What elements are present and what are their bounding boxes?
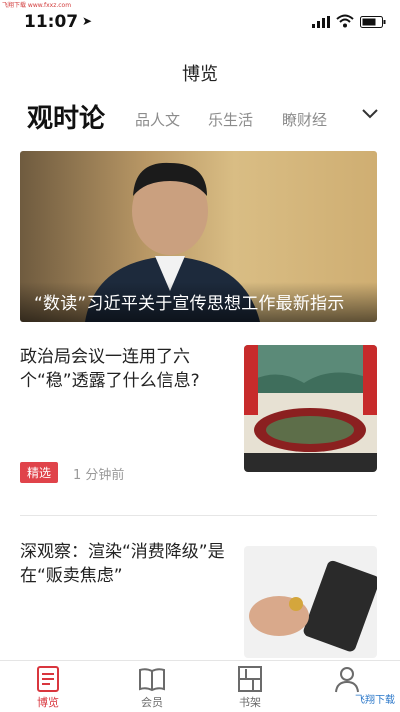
featured-badge: 精选	[20, 462, 59, 483]
bottom-tab-bar: 博览 会员 书架 飞翔下载	[0, 660, 400, 712]
hero-card[interactable]: “数读”习近平关于宣传思想工作最新指示	[20, 151, 377, 322]
tab-bookshelf[interactable]: 书架	[220, 663, 280, 709]
tab-member[interactable]: 会员	[122, 663, 182, 709]
profile-icon	[335, 667, 359, 693]
page-title: 博览	[182, 64, 218, 85]
document-icon	[37, 666, 59, 692]
tab-label: 书架	[239, 696, 261, 709]
tab-item[interactable]: 瞭财经	[282, 109, 327, 130]
article-card[interactable]: 深观察：渲染“消费降级”是在“贩卖焦虑”	[20, 540, 377, 660]
tab-label: 博览	[37, 696, 59, 709]
category-tabs: 观时论 品人文 乐生活 瞭财经	[0, 96, 400, 142]
tab-item[interactable]: 乐生活	[208, 109, 253, 130]
tab-label: 会员	[141, 696, 163, 709]
bookshelf-icon	[238, 666, 262, 692]
signal-icon	[312, 16, 330, 28]
book-icon	[139, 668, 165, 692]
article-thumbnail	[244, 345, 377, 472]
wifi-icon	[336, 14, 354, 28]
divider	[20, 515, 377, 516]
tab-item[interactable]: 品人文	[135, 109, 180, 130]
chevron-down-icon[interactable]	[361, 108, 379, 120]
status-time: 11:07	[24, 12, 79, 32]
article-time: 1 分钟前	[73, 468, 125, 483]
article-card[interactable]: 政治局会议一连用了六个“稳”透露了什么信息? 精选 1 分钟前	[20, 345, 377, 485]
hero-caption: “数读”习近平关于宣传思想工作最新指示	[34, 294, 345, 314]
article-title: 深观察：渲染“消费降级”是在“贩卖焦虑”	[20, 542, 225, 586]
battery-icon	[360, 16, 386, 28]
status-bar: 11:07 ➤	[0, 0, 400, 44]
article-thumbnail	[244, 546, 377, 658]
location-arrow-icon: ➤	[82, 14, 93, 28]
tab-bolan[interactable]: 博览	[18, 663, 78, 709]
article-title: 政治局会议一连用了六个“稳”透露了什么信息?	[20, 347, 200, 391]
tab-active[interactable]: 观时论	[27, 98, 105, 135]
corner-watermark-logo: 飞翔下载	[355, 695, 395, 706]
